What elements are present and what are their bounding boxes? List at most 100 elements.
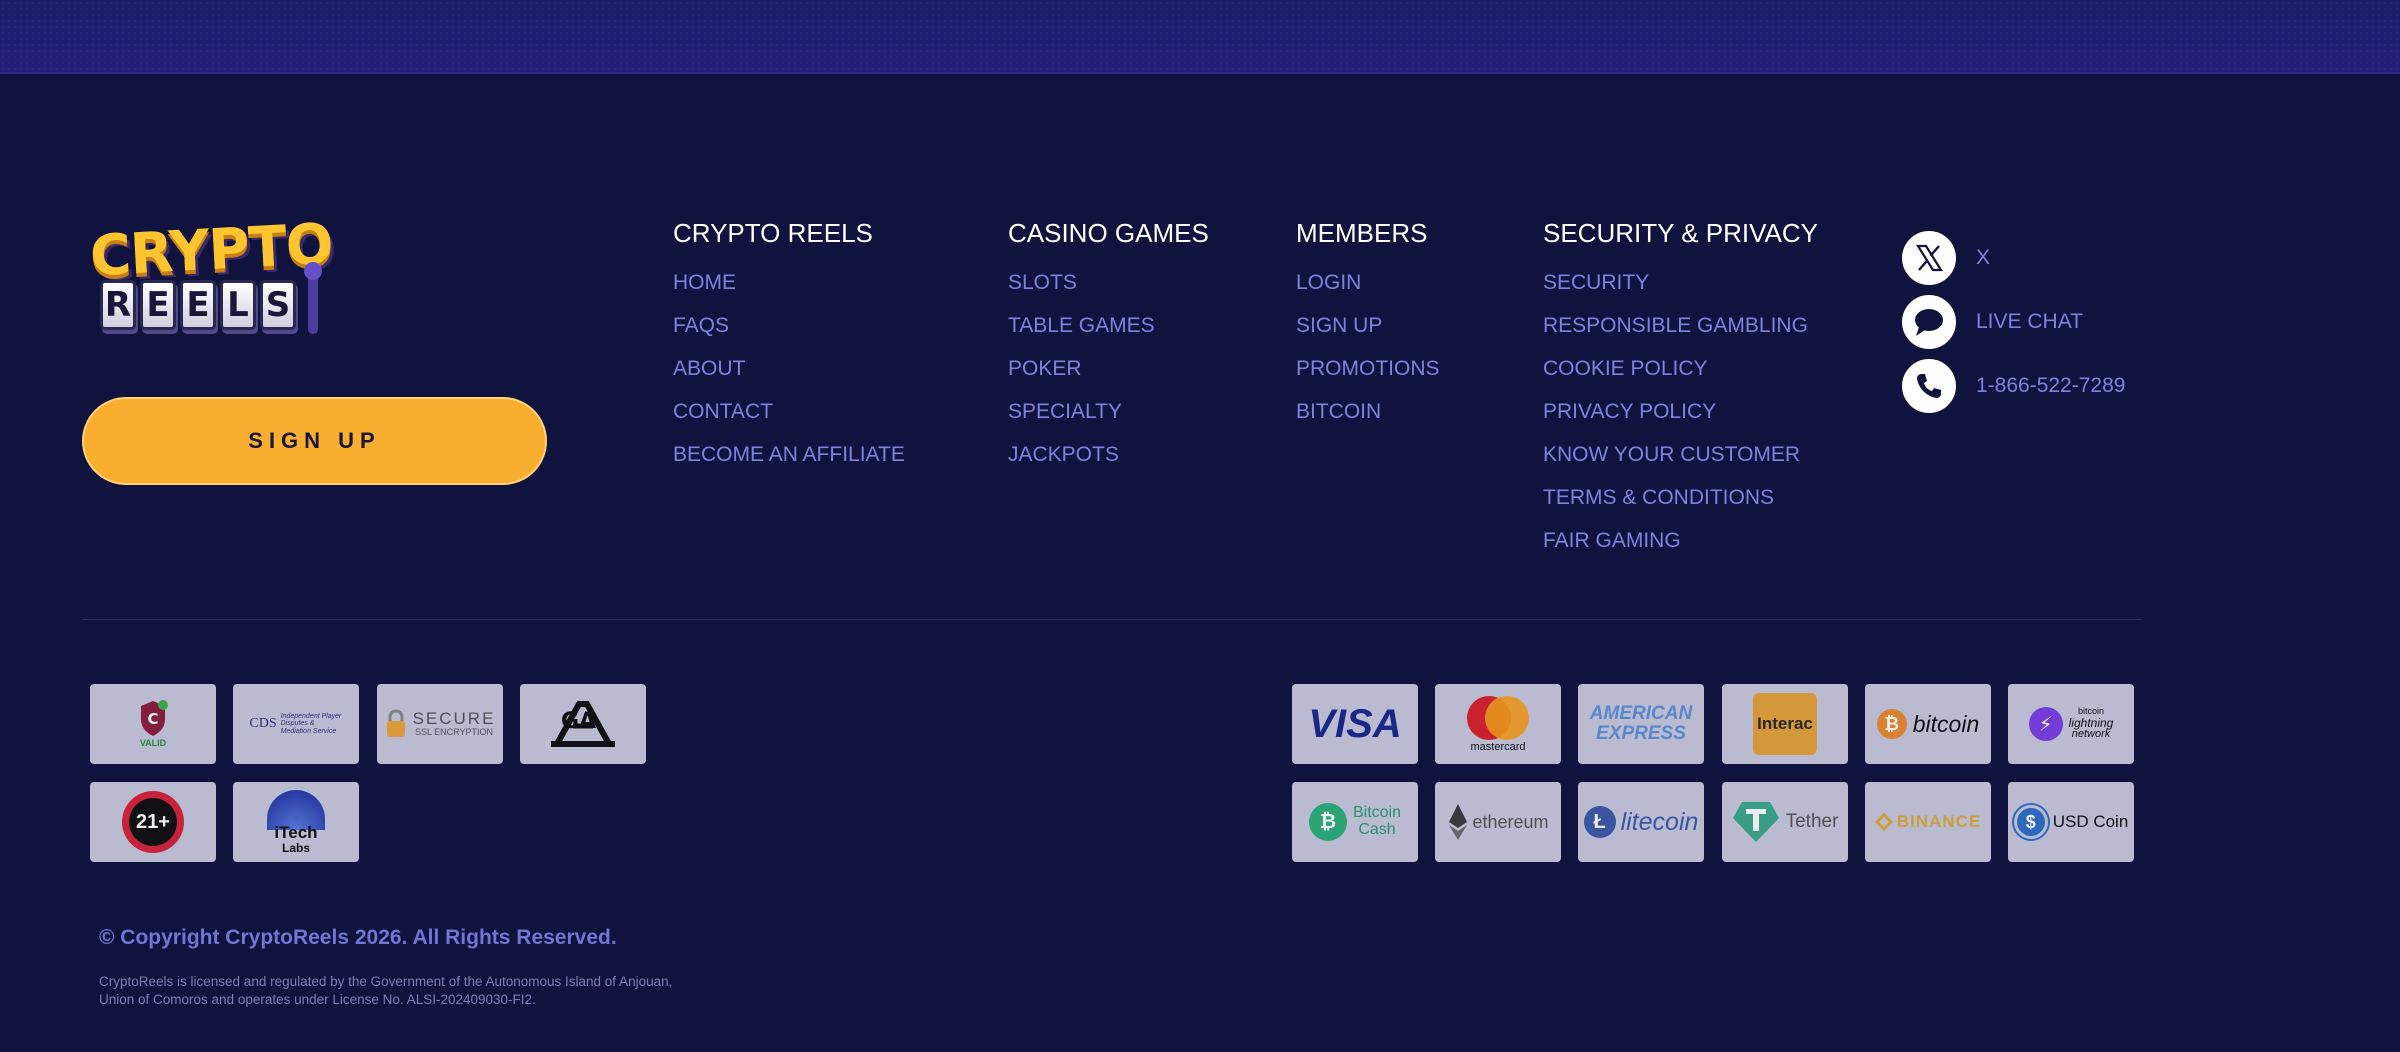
header-band [0, 0, 2400, 74]
badge-sublabel: Independent Player Disputes & Mediation … [280, 712, 342, 735]
payment-label: EXPRESS [1596, 723, 1686, 744]
footer-link-about[interactable]: ABOUT [673, 356, 905, 399]
litecoin-icon: Ł [1583, 806, 1616, 838]
payment-label: VISA [1308, 702, 1402, 746]
social-item-x[interactable]: X [1902, 226, 2125, 290]
logo-reel-letter: E [140, 280, 176, 330]
footer-link-security[interactable]: SECURITY [1543, 270, 1818, 313]
footer-link-home[interactable]: HOME [673, 270, 905, 313]
footer-link-kyc[interactable]: KNOW YOUR CUSTOMER [1543, 442, 1818, 485]
x-icon[interactable] [1902, 231, 1956, 285]
tether-badge[interactable]: Tether [1722, 782, 1848, 862]
age-restriction-badge[interactable]: 21+ [90, 782, 216, 862]
footer-link-poker[interactable]: POKER [1008, 356, 1209, 399]
footer-column-crypto-reels: CRYPTO REELS HOME FAQS ABOUT CONTACT BEC… [673, 218, 905, 485]
footer-link-specialty[interactable]: SPECIALTY [1008, 399, 1209, 442]
payment-label: USD Coin [2052, 812, 2129, 832]
footer-link-responsible-gambling[interactable]: RESPONSIBLE GAMBLING [1543, 313, 1818, 356]
svg-text:C: C [147, 710, 158, 728]
svg-text:GA: GA [561, 709, 596, 734]
binance-badge[interactable]: BINANCE [1865, 782, 1991, 862]
footer-column-members: MEMBERS LOGIN SIGN UP PROMOTIONS BITCOIN [1296, 218, 1440, 442]
payment-label: AMERICAN [1589, 703, 1693, 725]
footer-link-promotions[interactable]: PROMOTIONS [1296, 356, 1440, 399]
visa-badge[interactable]: VISA [1292, 684, 1418, 764]
usd-coin-badge[interactable]: $ USD Coin [2008, 782, 2134, 862]
column-title: CRYPTO REELS [673, 218, 873, 248]
footer-divider [82, 619, 2142, 620]
ethereum-icon [1449, 804, 1468, 840]
footer-link-login[interactable]: LOGIN [1296, 270, 1440, 313]
bitcoin-cash-badge[interactable]: ₿ Bitcoin Cash [1292, 782, 1418, 862]
badge-sublabel: SSL ENCRYPTION [414, 727, 493, 738]
social-item-live-chat[interactable]: LIVE CHAT [1902, 290, 2125, 354]
bitcoin-icon: ₿ [1876, 709, 1907, 739]
footer-link-table-games[interactable]: TABLE GAMES [1008, 313, 1209, 356]
itech-labs-badge[interactable]: iTech Labs [233, 782, 359, 862]
litecoin-badge[interactable]: Ł litecoin [1578, 782, 1704, 862]
social-label[interactable]: LIVE CHAT [1976, 310, 2083, 334]
column-title: SECURITY & PRIVACY [1543, 218, 1818, 248]
logo-top-text: CRYPTO [88, 211, 335, 290]
logo-reel-letter: E [180, 280, 216, 330]
footer-link-privacy-policy[interactable]: PRIVACY POLICY [1543, 399, 1818, 442]
payment-label: network [2071, 728, 2111, 741]
payment-label: Bitcoin [1352, 804, 1402, 822]
badge-label: VALID [139, 738, 167, 749]
social-item-phone[interactable]: 1-866-522-7289 [1902, 354, 2125, 418]
payment-label: Tether [1785, 811, 1839, 833]
logo-reel-letter: R [100, 280, 136, 330]
ga-badge[interactable]: GA [520, 684, 646, 764]
social-label[interactable]: X [1976, 246, 1990, 270]
license-text: CryptoReels is licensed and regulated by… [99, 974, 673, 1007]
lock-icon [386, 709, 405, 737]
badge-sublabel: Labs [281, 841, 310, 855]
lightning-network-badge[interactable]: ⚡ bitcoin lightning network [2008, 684, 2134, 764]
footer-link-cookie-policy[interactable]: COOKIE POLICY [1543, 356, 1818, 399]
logo-reel-letter: L [220, 280, 256, 330]
payment-label: Cash [1358, 821, 1396, 838]
payment-label: mastercard [1470, 741, 1526, 754]
social-contact-list: X LIVE CHAT 1-866-522-7289 [1902, 226, 2125, 418]
footer-link-faqs[interactable]: FAQS [673, 313, 905, 356]
slot-lever-icon [304, 262, 322, 334]
footer-link-jackpots[interactable]: JACKPOTS [1008, 442, 1209, 485]
column-title: MEMBERS [1296, 218, 1428, 248]
payment-label: BINANCE [1896, 812, 1982, 832]
footer-link-sign-up[interactable]: SIGN UP [1296, 313, 1440, 356]
crypto-reels-logo[interactable]: CRYPTO R E E L S [86, 212, 334, 344]
bitcoin-badge[interactable]: ₿ bitcoin [1865, 684, 1991, 764]
ethereum-badge[interactable]: ethereum [1435, 782, 1561, 862]
footer-link-slots[interactable]: SLOTS [1008, 270, 1209, 313]
mastercard-badge[interactable]: mastercard [1435, 684, 1561, 764]
footer-link-bitcoin[interactable]: BITCOIN [1296, 399, 1440, 442]
footer-link-terms[interactable]: TERMS & CONDITIONS [1543, 485, 1818, 528]
ssl-badge[interactable]: SECURE SSL ENCRYPTION [377, 684, 503, 764]
footer-link-affiliate[interactable]: BECOME AN AFFILIATE [673, 442, 905, 485]
amex-badge[interactable]: AMERICAN EXPRESS [1578, 684, 1704, 764]
payment-label: bitcoin [1912, 710, 1980, 737]
footer-link-fair-gaming[interactable]: FAIR GAMING [1543, 528, 1818, 571]
badge-label: 21+ [136, 810, 170, 833]
logo-reel-letter: S [260, 280, 296, 330]
phone-icon[interactable] [1902, 359, 1956, 413]
mastercard-icon [1467, 696, 1529, 741]
interac-badge[interactable]: Interac [1722, 684, 1848, 764]
tether-icon [1732, 802, 1779, 842]
copyright-text: © Copyright CryptoReels 2026. All Rights… [99, 926, 617, 949]
valid-license-badge[interactable]: C VALID [90, 684, 216, 764]
bitcoin-cash-icon: ₿ [1308, 803, 1347, 841]
cds-badge[interactable]: CDS Independent Player Disputes & Mediat… [233, 684, 359, 764]
footer-column-casino-games: CASINO GAMES SLOTS TABLE GAMES POKER SPE… [1008, 218, 1209, 485]
social-label[interactable]: 1-866-522-7289 [1976, 374, 2125, 398]
badge-label: iTech [274, 823, 318, 842]
chat-bubble-icon[interactable] [1902, 295, 1956, 349]
badge-label: CDS [249, 715, 277, 731]
sign-up-button[interactable]: SIGN UP [82, 397, 547, 485]
usd-coin-icon: $ [2013, 805, 2048, 839]
shield-icon: C [141, 700, 168, 737]
payment-label: litecoin [1620, 807, 1699, 836]
logo-reels: R E E L S [100, 280, 296, 330]
payment-label: Interac [1757, 714, 1813, 734]
footer-link-contact[interactable]: CONTACT [673, 399, 905, 442]
